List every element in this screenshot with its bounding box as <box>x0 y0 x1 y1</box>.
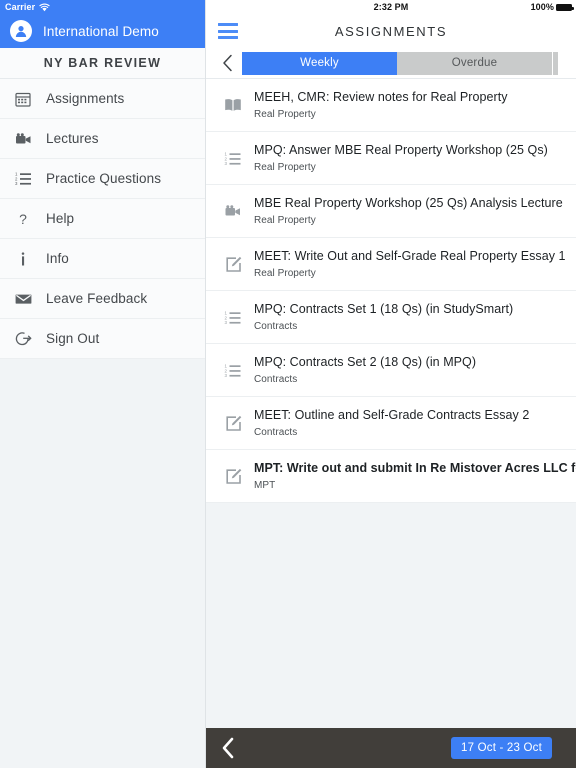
svg-text:?: ? <box>19 211 27 227</box>
sign-out-icon <box>14 330 32 348</box>
row-text: MEEH, CMR: Review notes for Real Propert… <box>248 90 576 121</box>
status-bar-carrier: Carrier <box>0 0 205 14</box>
assignment-list: MEEH, CMR: Review notes for Real Propert… <box>206 79 576 503</box>
carrier-label: Carrier <box>5 2 36 12</box>
svg-text:3: 3 <box>15 181 18 186</box>
page-title: ASSIGNMENTS <box>334 23 448 39</box>
wifi-icon <box>39 3 50 11</box>
battery-full-icon <box>556 3 574 11</box>
table-row[interactable]: MBE Real Property Workshop (25 Qs) Analy… <box>206 185 576 238</box>
sidebar-empty-area <box>0 359 205 768</box>
sidebar-item-label: Practice Questions <box>46 171 162 186</box>
numbered-list-icon: 1 2 3 <box>218 151 248 166</box>
numbered-list-icon: 1 2 3 <box>218 310 248 325</box>
assignment-subject: Real Property <box>254 162 316 174</box>
assignment-title: MPQ: Contracts Set 2 (18 Qs) (in MPQ) <box>254 354 477 369</box>
video-camera-icon <box>14 130 32 148</box>
hamburger-menu-icon[interactable] <box>218 23 238 39</box>
list-empty-area <box>206 503 576 728</box>
sidebar-item-label: Help <box>46 211 75 226</box>
app-root: Carrier International Demo NY BAR REVIEW <box>0 0 576 768</box>
table-row[interactable]: 1 2 3 MPQ: Answer MBE Real Property Work… <box>206 132 576 185</box>
tab-weekly[interactable]: Weekly <box>242 51 397 75</box>
row-text: MPQ: Contracts Set 2 (18 Qs) (in MPQ) Co… <box>248 355 576 386</box>
sidebar-menu: Assignments Lectures 1 2 3 Practice Ques… <box>0 79 205 359</box>
video-camera-icon <box>218 204 248 218</box>
row-text: MPT: Write out and submit In Re Mistover… <box>248 461 576 492</box>
assignment-subject: Real Property <box>254 109 316 121</box>
assignment-title: MEET: Outline and Self-Grade Contracts E… <box>254 407 530 422</box>
sidebar-item-sign-out[interactable]: Sign Out <box>0 319 205 359</box>
assignment-subject: Contracts <box>254 374 298 386</box>
assignment-title: MEET: Write Out and Self-Grade Real Prop… <box>254 248 566 263</box>
status-bar-system: 2:32 PM 100% <box>206 0 576 14</box>
battery-percent-label: 100% <box>530 2 554 12</box>
svg-text:3: 3 <box>225 373 228 378</box>
info-icon <box>14 250 32 268</box>
assignment-subject: Real Property <box>254 215 316 227</box>
table-row[interactable]: MEET: Write Out and Self-Grade Real Prop… <box>206 238 576 291</box>
question-mark-icon: ? <box>14 210 32 228</box>
assignment-title: MBE Real Property Workshop (25 Qs) Analy… <box>254 195 563 210</box>
assignment-subject: Contracts <box>254 321 298 333</box>
row-text: MPQ: Contracts Set 1 (18 Qs) (in StudySm… <box>248 302 576 333</box>
chevron-left-icon[interactable] <box>206 728 250 768</box>
sidebar-item-label: Info <box>46 251 69 266</box>
sidebar-item-leave-feedback[interactable]: Leave Feedback <box>0 279 205 319</box>
user-header[interactable]: International Demo <box>0 14 205 48</box>
clock-label: 2:32 PM <box>373 2 409 12</box>
sidebar-item-lectures[interactable]: Lectures <box>0 119 205 159</box>
main-panel: 2:32 PM 100% ASSIGNMENTS Weekly Overdue <box>206 0 576 768</box>
assignment-title: MPQ: Contracts Set 1 (18 Qs) (in StudySm… <box>254 301 514 316</box>
pencil-square-icon <box>218 468 248 485</box>
battery-indicator: 100% <box>530 2 574 12</box>
sidebar: Carrier International Demo NY BAR REVIEW <box>0 0 206 768</box>
course-title: NY BAR REVIEW <box>0 48 205 79</box>
tab-list: Weekly Overdue <box>242 51 576 75</box>
sidebar-item-label: Sign Out <box>46 331 100 346</box>
user-name-label: International Demo <box>43 23 159 39</box>
table-row[interactable]: MPT: Write out and submit In Re Mistover… <box>206 450 576 503</box>
bottom-toolbar: 17 Oct - 23 Oct <box>206 728 576 768</box>
book-icon <box>218 98 248 112</box>
pencil-square-icon <box>218 415 248 432</box>
table-row[interactable]: 1 2 3 MPQ: Contracts Set 2 (18 Qs) (in M… <box>206 344 576 397</box>
assignment-subject: Real Property <box>254 268 316 280</box>
sidebar-item-help[interactable]: ? Help <box>0 199 205 239</box>
assignment-title: MEEH, CMR: Review notes for Real Propert… <box>254 89 508 104</box>
sidebar-item-label: Assignments <box>46 91 125 106</box>
svg-text:3: 3 <box>225 320 228 325</box>
tab-bar: Weekly Overdue <box>206 48 576 79</box>
svg-text:3: 3 <box>225 161 228 166</box>
tab-next-partial[interactable] <box>552 51 558 75</box>
assignment-subject: Contracts <box>254 427 298 439</box>
sidebar-item-label: Leave Feedback <box>46 291 148 306</box>
row-text: MEET: Write Out and Self-Grade Real Prop… <box>248 249 576 280</box>
sidebar-item-info[interactable]: Info <box>0 239 205 279</box>
sidebar-item-practice-questions[interactable]: 1 2 3 Practice Questions <box>0 159 205 199</box>
date-range-button[interactable]: 17 Oct - 23 Oct <box>451 737 552 759</box>
row-text: MEET: Outline and Self-Grade Contracts E… <box>248 408 576 439</box>
sidebar-item-label: Lectures <box>46 131 99 146</box>
chevron-left-icon[interactable] <box>212 48 242 79</box>
tab-overdue[interactable]: Overdue <box>397 51 552 75</box>
nav-bar: ASSIGNMENTS <box>206 14 576 48</box>
assignment-title: MPQ: Answer MBE Real Property Workshop (… <box>254 142 548 157</box>
assignment-subject: MPT <box>254 480 276 492</box>
pencil-square-icon <box>218 256 248 273</box>
row-text: MBE Real Property Workshop (25 Qs) Analy… <box>248 196 576 227</box>
user-avatar-icon <box>10 20 32 42</box>
table-row[interactable]: MEET: Outline and Self-Grade Contracts E… <box>206 397 576 450</box>
row-text: MPQ: Answer MBE Real Property Workshop (… <box>248 143 576 174</box>
table-row[interactable]: 1 2 3 MPQ: Contracts Set 1 (18 Qs) (in S… <box>206 291 576 344</box>
numbered-list-icon: 1 2 3 <box>218 363 248 378</box>
assignment-title: MPT: Write out and submit In Re Mistover… <box>254 460 576 475</box>
table-row[interactable]: MEEH, CMR: Review notes for Real Propert… <box>206 79 576 132</box>
numbered-list-icon: 1 2 3 <box>14 170 32 188</box>
calendar-icon <box>14 90 32 108</box>
sidebar-item-assignments[interactable]: Assignments <box>0 79 205 119</box>
envelope-icon <box>14 290 32 308</box>
